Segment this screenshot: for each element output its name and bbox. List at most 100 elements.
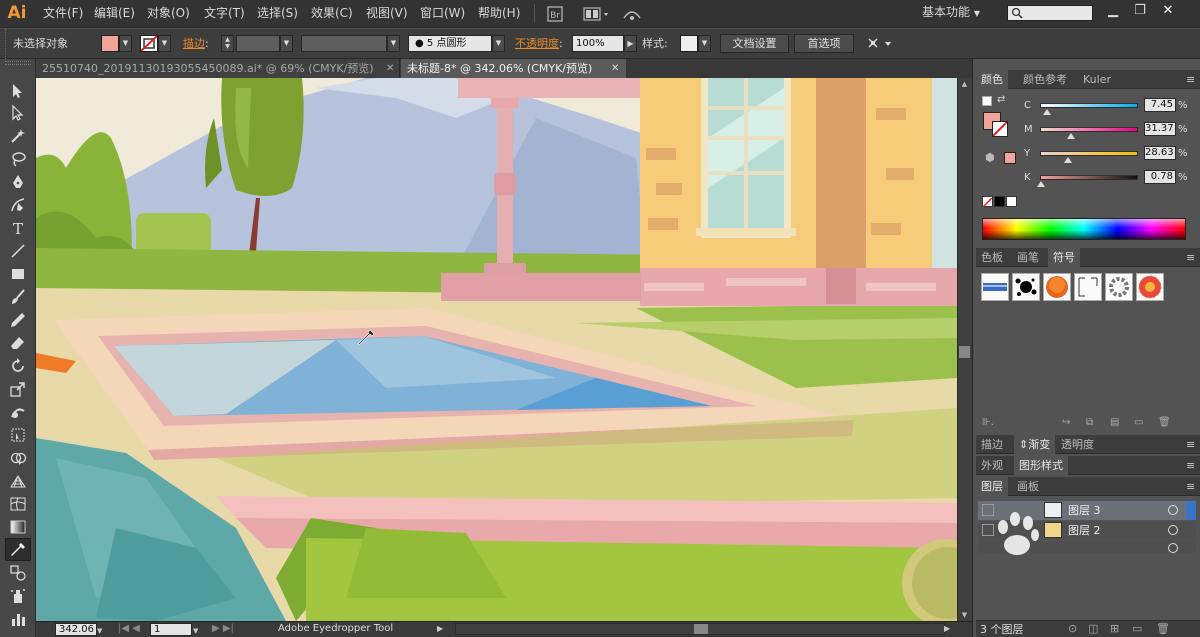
column-graph-tool-icon[interactable] bbox=[9, 610, 27, 628]
layer-target-icon[interactable] bbox=[1168, 505, 1178, 515]
rotate-tool-icon[interactable] bbox=[9, 357, 27, 375]
menu-object[interactable]: 对象(O) bbox=[147, 5, 190, 21]
warp-tool-icon[interactable] bbox=[9, 403, 27, 421]
direct-selection-tool-icon[interactable] bbox=[9, 104, 27, 122]
restore-button[interactable]: ❐ bbox=[1130, 2, 1150, 20]
place-symbol-icon[interactable]: ↪ bbox=[1062, 416, 1070, 430]
blend-tool-icon[interactable] bbox=[9, 564, 27, 582]
symbol-flower-icon[interactable] bbox=[1136, 273, 1164, 301]
arrange-documents-icon[interactable] bbox=[581, 4, 611, 24]
stroke-weight-field[interactable] bbox=[236, 35, 280, 52]
layer-name[interactable]: 图层 3 bbox=[1068, 504, 1101, 517]
paintbrush-tool-icon[interactable] bbox=[9, 288, 27, 306]
symbol-options-icon[interactable]: ▤ bbox=[1110, 416, 1119, 430]
tab-symbols[interactable]: 符号 bbox=[1048, 248, 1080, 267]
scale-tool-icon[interactable] bbox=[9, 380, 27, 398]
black-color-swatch[interactable] bbox=[994, 196, 1005, 207]
symbol-sprayer-tool-icon[interactable] bbox=[9, 587, 27, 605]
symbol-libraries-icon[interactable]: ⊪. bbox=[982, 416, 994, 430]
stroke-swatch[interactable] bbox=[140, 35, 158, 52]
slider-thumb-k[interactable] bbox=[1036, 181, 1045, 187]
next-artboard-icon[interactable]: ▶ ▶| bbox=[212, 623, 234, 635]
gpu-performance-icon[interactable] bbox=[620, 4, 644, 24]
clipping-mask-icon[interactable]: ◫ bbox=[1088, 622, 1098, 635]
menu-edit[interactable]: 编辑(E) bbox=[94, 5, 135, 21]
delete-layer-icon[interactable]: 🗑 bbox=[1156, 622, 1170, 635]
perspective-grid-tool-icon[interactable] bbox=[9, 472, 27, 490]
color-spectrum-bar[interactable] bbox=[982, 218, 1186, 240]
lasso-tool-icon[interactable] bbox=[9, 150, 27, 168]
brush-definition[interactable]: ● 5 点圆形 bbox=[408, 35, 492, 52]
first-artboard-icon[interactable]: |◀ ◀ bbox=[118, 623, 140, 635]
stroke-color-swatch[interactable] bbox=[992, 121, 1008, 137]
eraser-tool-icon[interactable] bbox=[9, 334, 27, 352]
bridge-icon[interactable]: Br bbox=[545, 4, 565, 24]
scroll-right-arrow-icon[interactable]: ▶ bbox=[944, 623, 950, 635]
panel-menu-icon[interactable]: ≡ bbox=[1181, 248, 1200, 267]
stroke-weight-stepper[interactable]: ▲ ▼ bbox=[221, 35, 234, 52]
symbol-blue-banner-icon[interactable] bbox=[981, 273, 1009, 301]
brush-dropdown[interactable]: ▼ bbox=[492, 35, 505, 52]
new-symbol-icon[interactable]: ▭ bbox=[1134, 416, 1143, 430]
tab-brushes[interactable]: 画笔 bbox=[1012, 248, 1044, 267]
mesh-tool-icon[interactable] bbox=[9, 495, 27, 513]
symbol-frame-icon[interactable] bbox=[1074, 273, 1102, 301]
new-layer-icon[interactable]: ▭ bbox=[1132, 622, 1142, 635]
scroll-up-arrow-icon[interactable]: ▲ bbox=[957, 78, 972, 90]
close-icon[interactable]: ✕ bbox=[611, 59, 619, 78]
artboard-dropdown[interactable]: ▼ bbox=[193, 625, 198, 637]
panel-menu-icon[interactable]: ≡ bbox=[1181, 70, 1200, 89]
slider-track-m[interactable] bbox=[1040, 127, 1138, 132]
tab-transparency[interactable]: 透明度 bbox=[1056, 435, 1099, 454]
stroke-label[interactable]: 描边: bbox=[183, 37, 209, 51]
symbol-wreath-icon[interactable] bbox=[1105, 273, 1133, 301]
preferences-button[interactable]: 首选项 bbox=[794, 34, 854, 53]
artboard-field[interactable]: 1 bbox=[150, 623, 192, 636]
rectangle-tool-icon[interactable] bbox=[9, 265, 27, 283]
default-colors-icon[interactable] bbox=[982, 96, 992, 106]
menu-type[interactable]: 文字(T) bbox=[204, 5, 245, 21]
slider-thumb-c[interactable] bbox=[1043, 109, 1052, 115]
shape-builder-tool-icon[interactable] bbox=[9, 449, 27, 467]
opacity-label[interactable]: 不透明度: bbox=[515, 37, 563, 51]
delete-symbol-icon[interactable]: 🗑 bbox=[1158, 416, 1171, 430]
align-options-icon[interactable] bbox=[865, 35, 895, 53]
stroke-dropdown[interactable]: ▼ bbox=[158, 35, 171, 52]
close-icon[interactable]: ✕ bbox=[386, 59, 394, 78]
layer-target-icon[interactable] bbox=[1168, 543, 1178, 553]
tab-color-guide[interactable]: 颜色参考 bbox=[1018, 70, 1072, 89]
fill-dropdown[interactable]: ▼ bbox=[119, 35, 132, 52]
slider-value-k[interactable]: 0.78 bbox=[1144, 170, 1176, 184]
document-setup-button[interactable]: 文档设置 bbox=[720, 34, 789, 53]
tab-layers[interactable]: 图层 bbox=[976, 477, 1008, 496]
panel-menu-icon[interactable]: ≡ bbox=[1181, 435, 1200, 454]
type-tool-icon[interactable]: T bbox=[9, 219, 27, 237]
scroll-down-arrow-icon[interactable]: ▼ bbox=[957, 609, 972, 621]
symbol-ink-splat-icon[interactable] bbox=[1012, 273, 1040, 301]
close-button[interactable]: ✕ bbox=[1158, 2, 1178, 20]
slider-track-c[interactable] bbox=[1040, 103, 1138, 108]
symbol-orange-button-icon[interactable] bbox=[1043, 273, 1071, 301]
layer-selection-indicator[interactable] bbox=[1186, 501, 1196, 520]
menu-help[interactable]: 帮助(H) bbox=[478, 5, 520, 21]
panel-menu-icon[interactable]: ≡ bbox=[1181, 456, 1200, 475]
gradient-tool-icon[interactable] bbox=[9, 518, 27, 536]
search-input[interactable] bbox=[1007, 5, 1093, 21]
slider-track-k[interactable] bbox=[1040, 175, 1138, 180]
slider-value-y[interactable]: 28.63 bbox=[1144, 146, 1176, 160]
eyedropper-tool-icon[interactable] bbox=[9, 541, 27, 559]
swap-colors-icon[interactable]: ⇄ bbox=[997, 94, 1009, 106]
tab-kuler[interactable]: Kuler bbox=[1078, 70, 1116, 89]
zoom-field[interactable]: 342.06 bbox=[55, 623, 97, 636]
tab-appearance[interactable]: 外观 bbox=[976, 456, 1008, 475]
magic-wand-tool-icon[interactable] bbox=[9, 127, 27, 145]
graphic-style-dropdown[interactable]: ▼ bbox=[698, 35, 711, 52]
layer-target-icon[interactable] bbox=[1168, 525, 1178, 535]
menu-view[interactable]: 视图(V) bbox=[366, 5, 408, 21]
vertical-scroll-thumb[interactable] bbox=[959, 346, 970, 358]
status-menu-arrow-icon[interactable]: ▶ bbox=[437, 623, 443, 635]
variable-width-profile[interactable] bbox=[301, 35, 387, 52]
layer-name[interactable]: 图层 2 bbox=[1068, 524, 1101, 537]
stroke-weight-dropdown[interactable]: ▼ bbox=[280, 35, 293, 52]
slider-value-m[interactable]: 31.37 bbox=[1144, 122, 1176, 136]
